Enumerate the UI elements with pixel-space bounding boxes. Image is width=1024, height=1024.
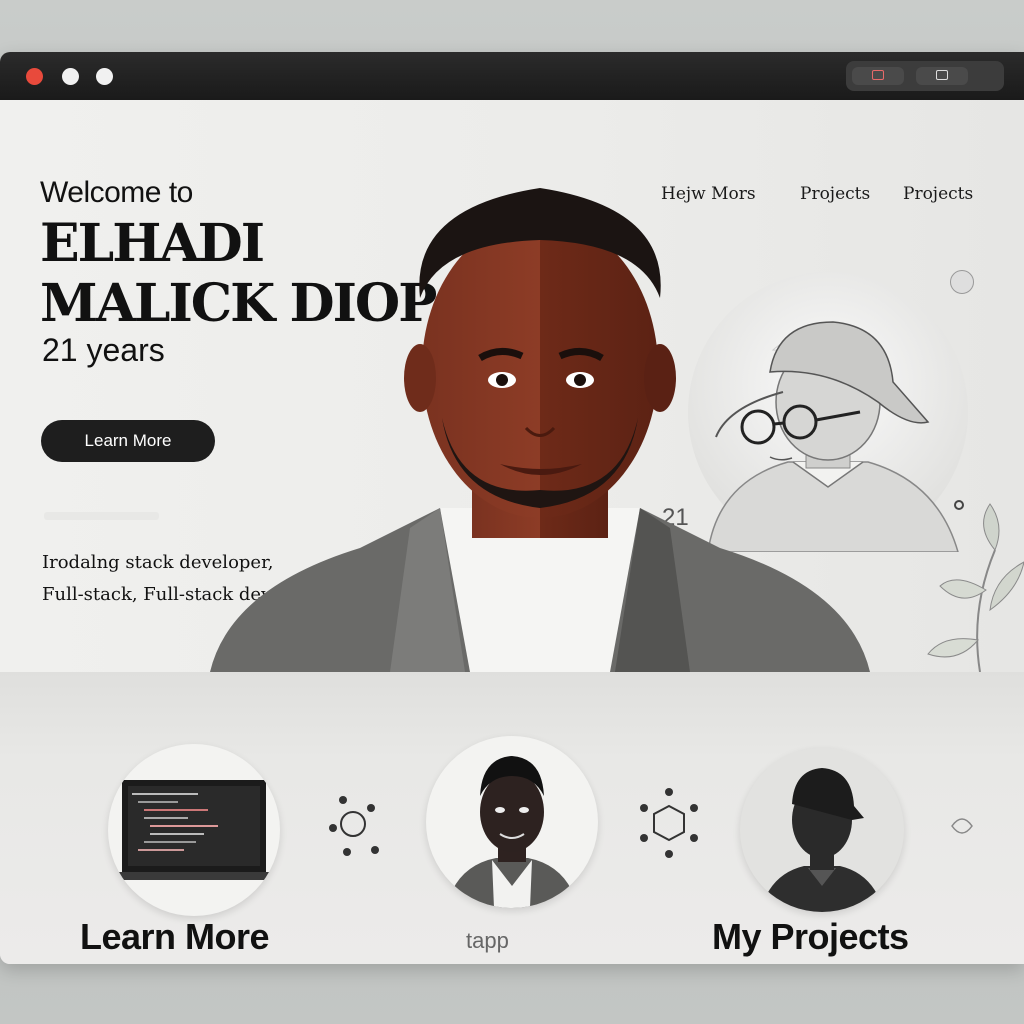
my-projects-label[interactable]: My Projects — [712, 916, 909, 958]
profile-card[interactable] — [426, 736, 598, 908]
maximize-button[interactable] — [96, 68, 113, 85]
projects-card[interactable] — [740, 748, 904, 912]
profile-illustration — [446, 756, 578, 908]
hero-section: Welcome to ELHADI MALICK DIOP 21 years L… — [0, 100, 1024, 672]
network-icon — [329, 796, 379, 856]
features-section: Learn More tapp My Projects — [0, 672, 1024, 964]
age-text: 21 years — [42, 332, 165, 368]
faint-divider — [44, 512, 159, 520]
camera-button[interactable] — [916, 67, 968, 85]
close-button[interactable] — [26, 68, 43, 85]
middle-label: tapp — [466, 928, 509, 953]
plant-icon — [927, 503, 1024, 672]
decor-circle — [950, 270, 974, 294]
record-button[interactable] — [852, 67, 904, 85]
hexagon-network-icon — [640, 788, 698, 858]
laptop-icon — [108, 780, 280, 880]
nav-item-projects-2[interactable]: Projects — [903, 184, 973, 204]
learn-more-button[interactable]: Learn More — [41, 420, 215, 462]
welcome-text: Welcome to — [40, 176, 193, 209]
record-icon — [872, 70, 884, 80]
learn-more-label[interactable]: Learn More — [80, 916, 270, 958]
browser-window: Welcome to ELHADI MALICK DIOP 21 years L… — [0, 52, 1024, 964]
laptop-card[interactable] — [108, 744, 280, 916]
window-controls — [846, 61, 1004, 91]
silhouette-illustration — [760, 768, 884, 912]
minimize-button[interactable] — [62, 68, 79, 85]
title-bar — [0, 52, 1024, 100]
main-portrait — [210, 188, 870, 672]
camera-icon — [936, 70, 948, 80]
sparkle-icon — [951, 818, 973, 834]
